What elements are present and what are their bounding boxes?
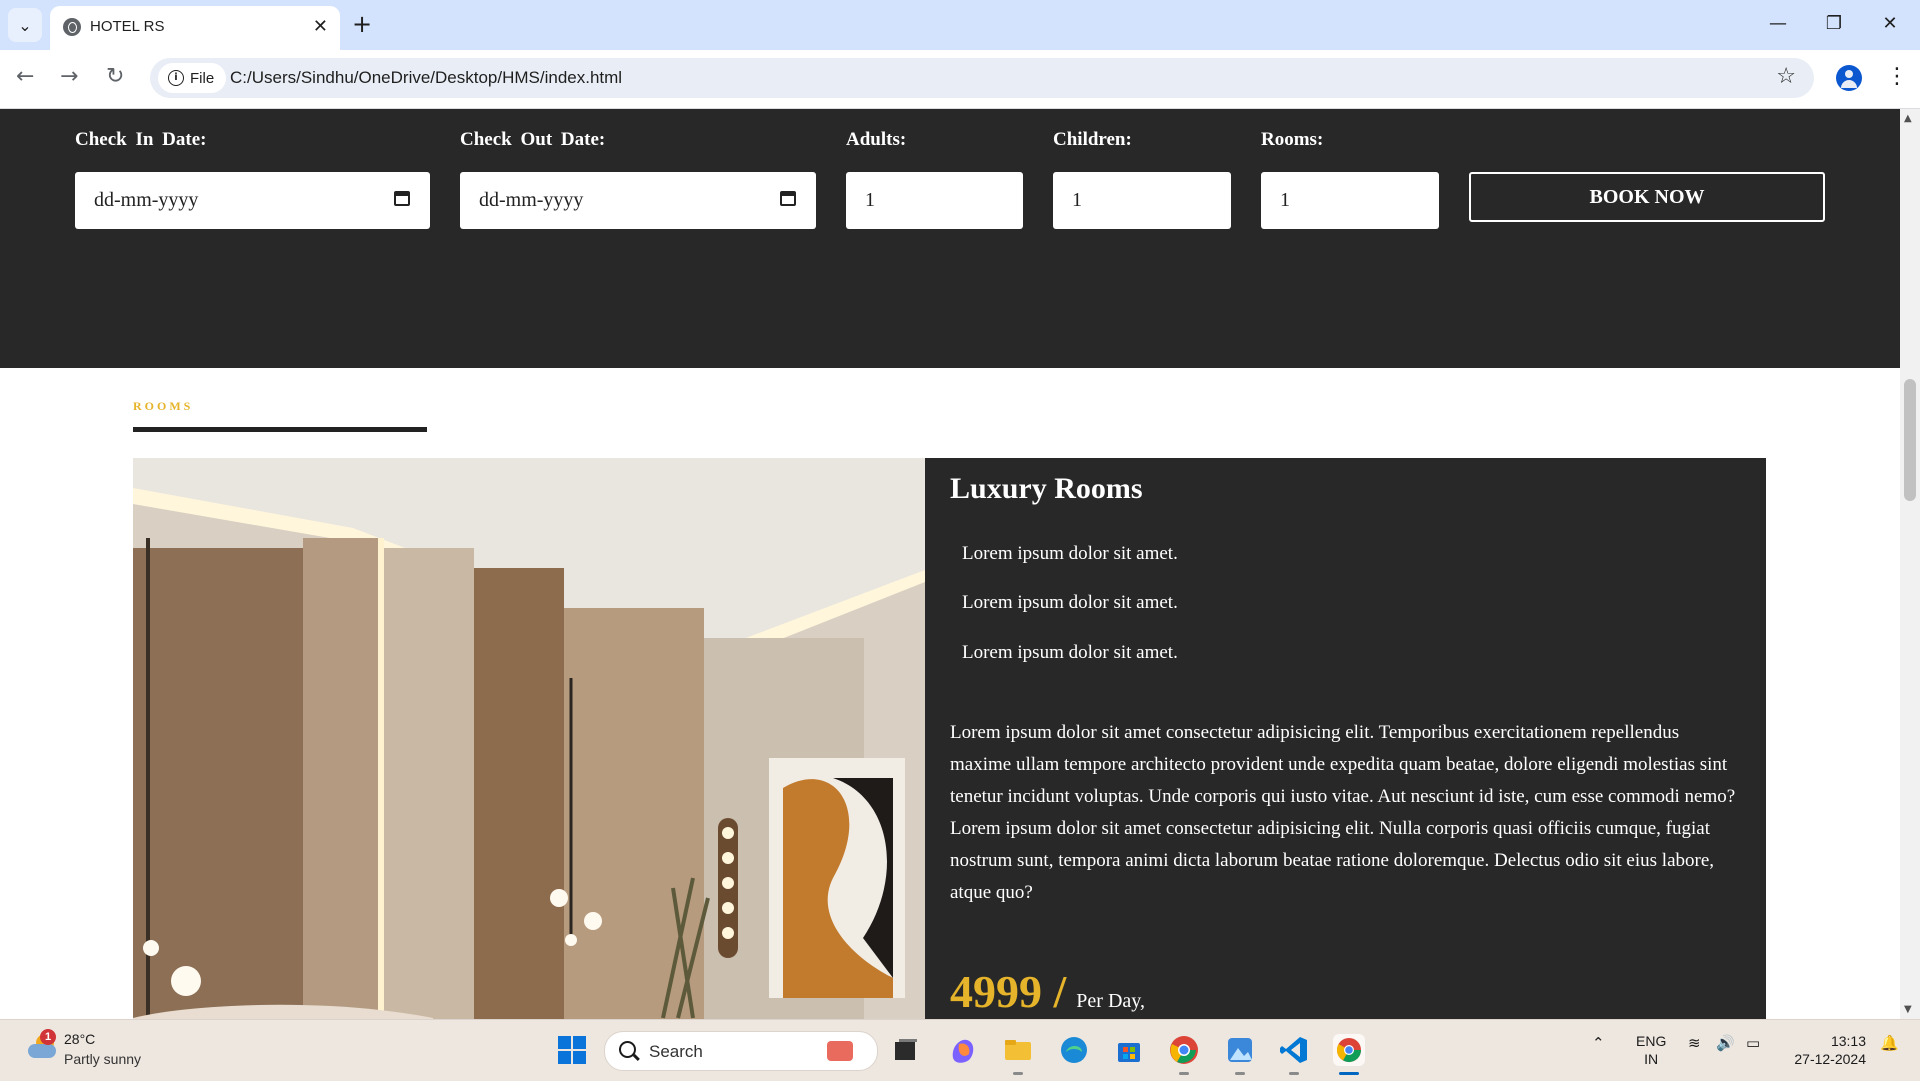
price-unit: Per Day, — [1076, 990, 1145, 1012]
chevron-up-icon[interactable]: ⌃ — [1592, 1034, 1605, 1052]
weather-badge: 1 — [40, 1029, 56, 1045]
clock-date: 27-12-2024 — [1794, 1051, 1866, 1067]
file-explorer-icon[interactable] — [1002, 1034, 1034, 1066]
edge-icon[interactable] — [1058, 1034, 1090, 1066]
back-icon[interactable]: ← — [16, 64, 34, 89]
tab-strip: ⌄ HOTEL RS ✕ + — ❐ ✕ — [0, 0, 1920, 50]
tab-hotel-rs[interactable]: HOTEL RS ✕ — [50, 6, 340, 50]
room-description-p2: Lorem ipsum dolor sit amet consectetur a… — [950, 818, 1715, 903]
lang-line2: IN — [1644, 1051, 1659, 1067]
room-title: Luxury Rooms — [950, 472, 1143, 505]
weather-condition[interactable]: Partly sunny — [64, 1051, 141, 1067]
globe-icon — [63, 18, 81, 36]
check-in-label: Check In Date: — [75, 129, 207, 150]
running-indicator — [1179, 1072, 1189, 1075]
windows-taskbar: 1 28°C Partly sunny Search ⌃ ENG IN ≋ 🔊 … — [0, 1019, 1920, 1081]
more-menu-icon[interactable]: ⋮ — [1886, 64, 1908, 89]
scroll-down-arrow-icon[interactable]: ▼ — [1904, 1004, 1912, 1015]
chip-label: File — [190, 69, 215, 87]
check-in-placeholder: dd-mm-yyyy — [94, 189, 199, 211]
restore-button[interactable]: ❐ — [1814, 10, 1854, 38]
section-label-rooms: ROOMS — [133, 399, 194, 413]
booking-bar: Check In Date: dd-mm-yyyy Check Out Date… — [0, 109, 1900, 368]
minimize-button[interactable]: — — [1758, 10, 1798, 38]
info-icon: i — [168, 70, 184, 86]
children-label: Children: — [1053, 129, 1132, 150]
active-indicator — [1339, 1072, 1359, 1075]
tab-close-button[interactable]: ✕ — [313, 16, 328, 37]
room-description-p1: Lorem ipsum dolor sit amet consectetur a… — [950, 722, 1736, 807]
tab-title: HOTEL RS — [90, 18, 165, 35]
section-underline — [133, 427, 427, 432]
taskbar-search[interactable]: Search — [604, 1031, 878, 1071]
lang-line1: ENG — [1636, 1033, 1667, 1049]
page-viewport: Check In Date: dd-mm-yyyy Check Out Date… — [0, 109, 1900, 1019]
new-tab-button[interactable]: + — [352, 10, 372, 38]
vscode-icon[interactable] — [1278, 1034, 1310, 1066]
photos-icon[interactable] — [1224, 1034, 1256, 1066]
room-price: 4999 / Per Day, — [950, 965, 1145, 1018]
weather-temperature[interactable]: 28°C — [64, 1031, 95, 1047]
check-out-placeholder: dd-mm-yyyy — [479, 189, 584, 211]
room-feature: Lorem ipsum dolor sit amet. — [962, 592, 1178, 613]
clock-time: 13:13 — [1830, 1033, 1866, 1049]
microsoft-store-icon[interactable] — [1113, 1034, 1145, 1066]
site-info-chip[interactable]: i File — [158, 63, 226, 93]
adults-label: Adults: — [846, 129, 907, 150]
language-indicator[interactable]: ENG IN — [1636, 1032, 1666, 1068]
price-value: 4999 / — [950, 966, 1067, 1017]
check-out-label: Check Out Date: — [460, 129, 606, 150]
wifi-icon[interactable]: ≋ — [1688, 1034, 1701, 1052]
scroll-up-arrow-icon[interactable]: ▲ — [1904, 113, 1912, 124]
rooms-input[interactable]: 1 — [1261, 172, 1439, 229]
address-bar[interactable]: i File C:/Users/Sindhu/OneDrive/Desktop/… — [150, 58, 1814, 98]
room-feature: Lorem ipsum dolor sit amet. — [962, 543, 1178, 564]
task-view-icon[interactable] — [890, 1034, 922, 1066]
chrome-icon[interactable] — [1168, 1034, 1200, 1066]
running-indicator — [1235, 1072, 1245, 1075]
room-feature: Lorem ipsum dolor sit amet. — [962, 642, 1178, 663]
profile-avatar[interactable] — [1836, 65, 1862, 91]
search-icon — [619, 1041, 636, 1058]
check-in-input[interactable]: dd-mm-yyyy — [75, 172, 430, 229]
calendar-icon[interactable] — [780, 191, 796, 206]
chevron-down-icon: ⌄ — [18, 15, 32, 35]
close-window-button[interactable]: ✕ — [1870, 10, 1910, 38]
book-now-button[interactable]: BOOK NOW — [1469, 172, 1825, 222]
copilot-icon[interactable] — [947, 1034, 979, 1066]
url-text[interactable]: C:/Users/Sindhu/OneDrive/Desktop/HMS/ind… — [230, 68, 622, 88]
running-indicator — [1013, 1072, 1023, 1075]
bookmark-star-icon[interactable]: ☆ — [1776, 64, 1796, 89]
forward-icon[interactable]: → — [60, 64, 78, 89]
search-placeholder: Search — [649, 1042, 703, 1061]
tab-search-button[interactable]: ⌄ — [8, 8, 42, 42]
notifications-icon[interactable]: 🔔 — [1880, 1034, 1899, 1052]
page-scrollbar[interactable]: ▲ ▼ — [1900, 109, 1920, 1019]
chrome-active-icon[interactable] — [1333, 1034, 1365, 1066]
system-clock[interactable]: 13:13 27-12-2024 — [1778, 1032, 1866, 1068]
adults-input[interactable]: 1 — [846, 172, 1023, 229]
check-out-input[interactable]: dd-mm-yyyy — [460, 172, 816, 229]
browser-toolbar: ← → ↻ i File C:/Users/Sindhu/OneDrive/De… — [0, 50, 1920, 109]
children-input[interactable]: 1 — [1053, 172, 1231, 229]
scrollbar-thumb[interactable] — [1904, 379, 1916, 501]
room-description: Lorem ipsum dolor sit amet consectetur a… — [950, 717, 1740, 909]
calendar-icon[interactable] — [394, 191, 410, 206]
reload-icon[interactable]: ↻ — [106, 64, 124, 89]
windows-start-icon[interactable] — [556, 1034, 588, 1066]
running-indicator — [1289, 1072, 1299, 1075]
room-photo-illustration — [133, 458, 925, 1019]
volume-icon[interactable]: 🔊 — [1716, 1034, 1735, 1052]
luxury-room-image — [133, 458, 925, 1019]
calendar-highlight-icon — [827, 1041, 853, 1061]
rooms-label: Rooms: — [1261, 129, 1324, 150]
room-card-luxury: Luxury Rooms Lorem ipsum dolor sit amet.… — [925, 458, 1766, 1019]
battery-icon[interactable]: ▭ — [1746, 1034, 1760, 1052]
